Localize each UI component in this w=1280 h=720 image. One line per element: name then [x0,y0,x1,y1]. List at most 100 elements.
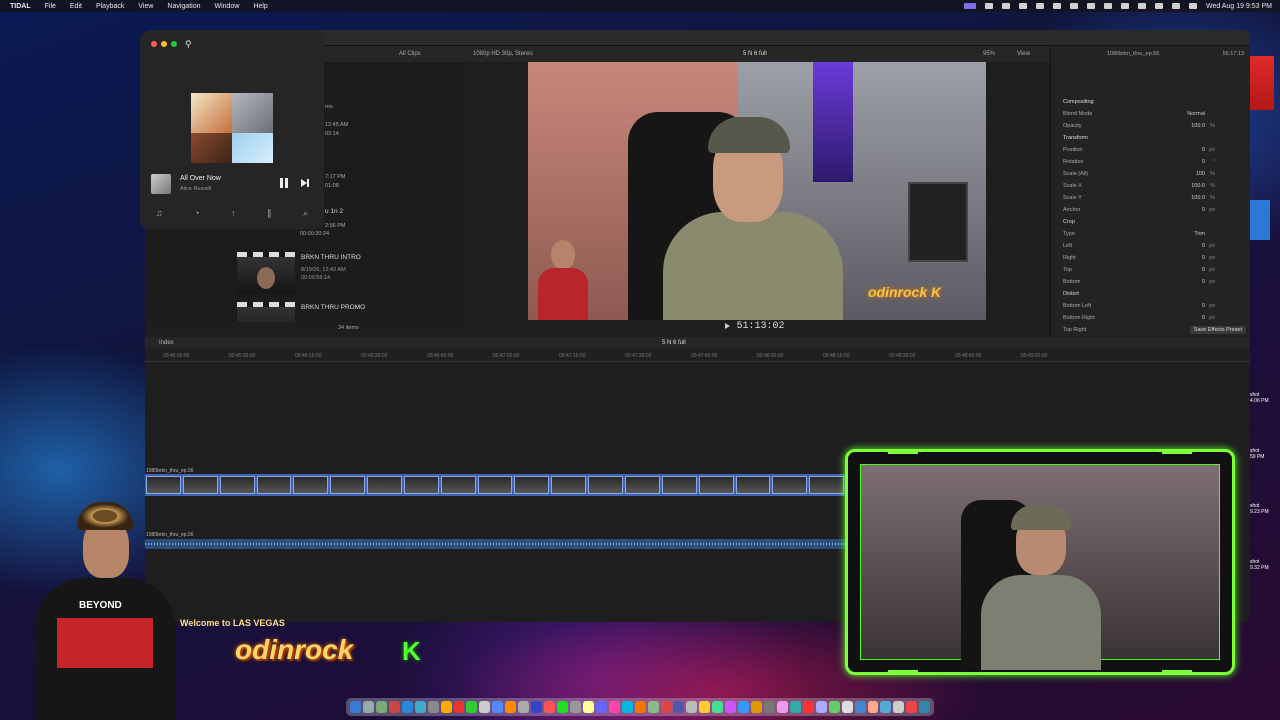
dock-app-icon[interactable] [401,701,413,713]
inspector-row[interactable]: Scale Y 100.0% [1063,195,1243,205]
track-title[interactable]: All Over Now [180,175,221,182]
inspector-row[interactable]: Bottom Left 0 px [1063,303,1243,313]
dock-app-icon[interactable] [776,701,788,713]
dock-app-icon[interactable] [815,701,827,713]
dock-app-icon[interactable] [699,701,711,713]
inspector-value[interactable]: Normal [1187,111,1205,117]
bluetooth-icon[interactable] [1086,3,1095,9]
menu-file[interactable]: File [45,3,56,10]
siri-icon[interactable] [1188,3,1197,9]
dock-app-icon[interactable] [634,701,646,713]
desktop-file-blue[interactable] [1250,200,1270,240]
inspector-value[interactable]: 100 [1196,171,1205,177]
album-art-grid[interactable] [191,93,273,163]
dock-app-icon[interactable] [893,701,905,713]
inspector-row[interactable]: Left 0 px [1063,243,1243,253]
dock-app-icon[interactable] [388,701,400,713]
library-icon[interactable]: ∥ [267,208,272,219]
clip-item[interactable]: BRKN THRU PROMO [237,302,457,322]
dock-app-icon[interactable] [621,701,633,713]
zoom-button[interactable] [171,41,177,47]
inspector-value[interactable]: 0 [1202,207,1205,213]
inspector-row[interactable]: Bottom 0 px [1063,279,1243,289]
info-icon[interactable] [1069,3,1078,9]
discord-icon[interactable] [984,3,993,9]
inspector-row[interactable]: Opacity 100.0% [1063,123,1243,133]
battery-icon[interactable] [1103,3,1112,9]
dock-app-icon[interactable] [466,701,478,713]
dock-app-icon[interactable] [582,701,594,713]
close-button[interactable] [151,41,157,47]
dock-app-icon[interactable] [828,701,840,713]
menu-window[interactable]: Window [214,3,239,10]
menu-help[interactable]: Help [253,3,267,10]
inspector-row[interactable]: Scale (All) 100% [1063,171,1243,181]
inspector-row[interactable]: Rotation 0 ° [1063,159,1243,169]
menu-edit[interactable]: Edit [70,3,82,10]
inspector-row[interactable]: Right 0 px [1063,255,1243,265]
desktop-screenshot-3[interactable]: shot 9.23 PM [1250,503,1269,515]
desktop-screenshot-4[interactable]: shot 9.32 PM [1250,559,1269,571]
inspector-value[interactable]: 0 [1202,255,1205,261]
music-note-icon[interactable]: ♫ [156,208,163,218]
dock-app-icon[interactable] [880,701,892,713]
dock-app-icon[interactable] [764,701,775,713]
dock-app-icon[interactable] [751,701,762,713]
inspector-value[interactable]: 0 [1202,267,1205,273]
inspector-value[interactable]: Trim [1194,231,1205,237]
screen-record-icon[interactable] [963,3,976,9]
dock-app-icon[interactable] [350,701,361,713]
dock-app-icon[interactable] [608,701,620,713]
inspector-row[interactable]: Compositing [1063,99,1243,109]
arrow-up-icon[interactable]: ↑ [231,208,236,218]
audio-track[interactable] [145,539,845,549]
desktop-screenshot-1[interactable]: shot 4.06 PM [1250,392,1269,404]
dock-app-icon[interactable] [544,701,555,713]
dock-app-icon[interactable] [841,701,853,713]
inspector-row[interactable]: Transform [1063,135,1243,145]
user-icon[interactable]: ⚲ [185,39,192,50]
menu-app-name[interactable]: TIDAL [10,3,31,10]
desktop-file-red[interactable] [1250,56,1274,110]
desktop-screenshot-2[interactable]: shot 59 PM [1250,448,1264,460]
search-icon[interactable]: ⌕ [303,208,308,219]
dock-app-icon[interactable] [362,701,374,713]
menu-clock[interactable]: Wed Aug 19 9:53 PM [1206,3,1272,10]
dock-app-icon[interactable] [479,701,491,713]
dock-app-icon[interactable] [505,701,517,713]
inspector-value[interactable]: 100.0 [1191,195,1205,201]
inspector-value[interactable]: 0 [1202,159,1205,165]
display-icon[interactable] [1018,3,1027,9]
dock-app-icon[interactable] [569,701,581,713]
now-playing-art[interactable] [151,174,171,194]
inspector-value[interactable]: 0 [1202,315,1205,321]
dock-app-icon[interactable] [492,701,504,713]
inspector-row[interactable]: Type Trim [1063,231,1243,241]
inspector-row[interactable]: Scale X 100.0% [1063,183,1243,193]
settings-icon[interactable] [1001,3,1010,9]
menu-playback[interactable]: Playback [96,3,124,10]
timeline-title[interactable]: 5 N 6 full [662,340,686,346]
zoom-level[interactable]: 95% [983,51,995,57]
dock-app-icon[interactable] [557,701,568,713]
dock-app-icon[interactable] [427,701,439,713]
dock-app-icon[interactable] [725,701,737,713]
inspector-row[interactable]: Position 0 px [1063,147,1243,157]
browser-filter[interactable]: All Clips [399,51,421,57]
dock-app-icon[interactable] [673,701,685,713]
inspector-row[interactable]: Crop [1063,219,1243,229]
dock-app-icon[interactable] [919,701,931,713]
dock-app-icon[interactable] [647,701,659,713]
inspector-row[interactable]: Bottom Right 0 px [1063,315,1243,325]
timecode-display[interactable]: 51:13:02 [736,321,784,332]
inspector-row[interactable]: Top 0 px [1063,267,1243,277]
dock-app-icon[interactable] [712,701,724,713]
index-button[interactable]: Index [159,340,174,346]
dock-app-icon[interactable] [414,701,426,713]
inspector-value[interactable]: 0 [1202,303,1205,309]
dock-app-icon[interactable] [595,701,607,713]
video-track[interactable] [145,474,845,496]
wifi-icon[interactable] [1120,3,1129,9]
user-icon[interactable] [1137,3,1146,9]
spotlight-icon[interactable] [1154,3,1163,9]
